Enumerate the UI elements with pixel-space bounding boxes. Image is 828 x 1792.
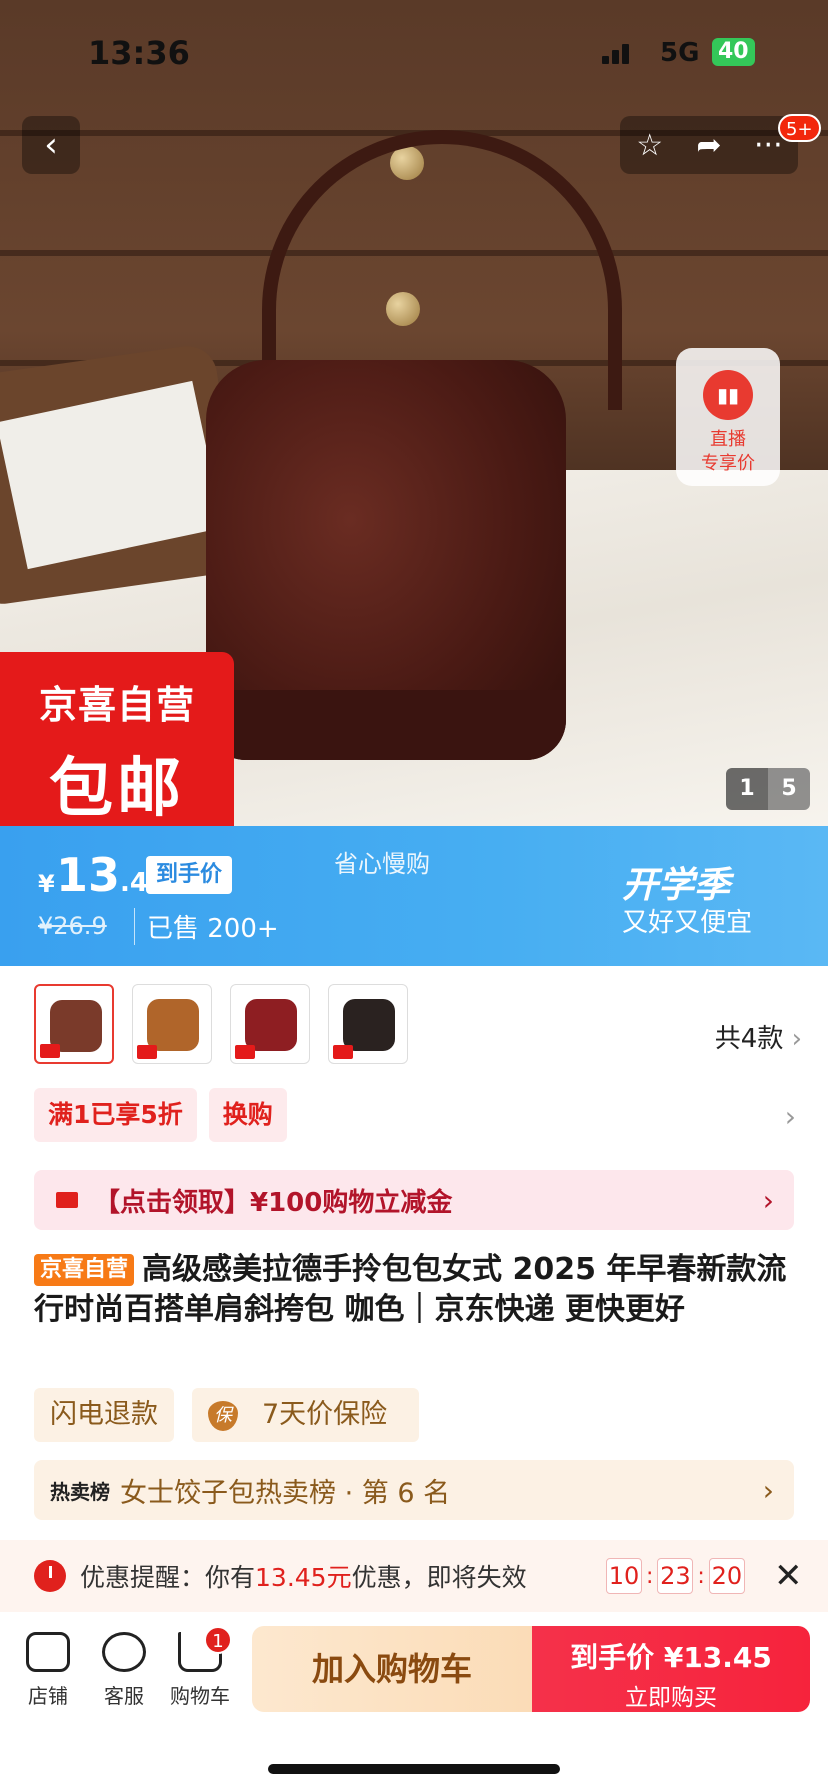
service-tab[interactable]: 客服 [86, 1632, 162, 1709]
timer-seconds: 20 [708, 1558, 745, 1594]
product-image-carousel[interactable]: 13:36 5G 40 ‹ ☆ ➦ ··· 5+ ▮▮ 直播 专享价 京喜自营 … [0, 0, 828, 826]
rank-label: 热卖榜 [50, 1479, 110, 1504]
discount-chip[interactable]: 满1已享5折 [34, 1088, 197, 1142]
handbag-base [206, 690, 566, 760]
variant-count-link[interactable]: 共4款 › [715, 1018, 802, 1055]
buy-price-label: 到手价 ¥13.45 [570, 1641, 772, 1674]
chevron-right-icon: › [791, 1024, 802, 1054]
exchange-chip[interactable]: 换购 [208, 1088, 287, 1142]
fast-refund-tag[interactable]: 闪电退款 [34, 1388, 174, 1442]
add-to-cart-button[interactable]: 加入购物车 [252, 1626, 532, 1712]
final-price-tag: 到手价 [146, 856, 233, 894]
store-label: 店铺 [28, 1684, 68, 1708]
currency-symbol: ¥ [38, 870, 55, 898]
close-icon[interactable]: ✕ [774, 1556, 803, 1596]
rank-text: 女士饺子包热卖榜 · 第 6 名 [120, 1477, 451, 1509]
bottom-action-bar: 店铺 客服 购物车 1 加入购物车 到手价 ¥13.45 立即购买 [0, 1612, 828, 1792]
variant-thumb[interactable] [230, 984, 310, 1064]
product-title-text: 高级感美拉德手拎包包女式 2025 年早春新款流行时尚百搭单肩斜挎包 咖色｜京东… [34, 1252, 787, 1327]
shield-icon: 保 [208, 1401, 238, 1431]
banner-line2: 包邮 [49, 752, 185, 826]
image-pager: 1 5 [726, 768, 810, 810]
store-icon [26, 1632, 70, 1672]
price-protect-tag[interactable]: 保 7天价保险 [192, 1388, 420, 1442]
pager-current: 1 [726, 768, 768, 810]
chevron-right-icon: › [762, 1473, 774, 1507]
chevron-right-icon[interactable]: › [785, 1100, 796, 1133]
sold-count: 已售 200+ [134, 908, 279, 945]
variant-thumb[interactable] [328, 984, 408, 1064]
live-price-button[interactable]: ▮▮ 直播 专享价 [676, 348, 780, 486]
coupon-text: 【点击领取】¥100购物立减金 [94, 1187, 453, 1218]
card-icon [56, 1192, 78, 1208]
live-label: 直播 [710, 429, 746, 450]
battery-icon: 40 [712, 38, 755, 66]
live-icon: ▮▮ [703, 370, 753, 420]
pager-total: 5 [768, 768, 810, 810]
share-icon[interactable]: ➦ [684, 128, 734, 163]
star-icon[interactable]: ☆ [625, 128, 675, 163]
buy-now-label: 立即购买 [625, 1685, 717, 1711]
reminder-text: 优惠提醒：你有13.45元优惠，即将失效 [80, 1563, 527, 1592]
service-tags: 闪电退款 保 7天价保险 [34, 1388, 420, 1442]
variant-thumb[interactable] [34, 984, 114, 1064]
variant-selector [34, 984, 408, 1064]
original-price: ¥26.9 [38, 912, 107, 940]
countdown-timer: 10 : 23 : 20 [606, 1558, 745, 1594]
product-title: 京喜自营 高级感美拉德手拎包包女式 2025 年早春新款流行时尚百搭单肩斜挎包 咖… [34, 1250, 794, 1330]
timer-hours: 10 [606, 1558, 642, 1594]
timer-minutes: 23 [657, 1558, 694, 1594]
back-button[interactable]: ‹ [22, 116, 80, 174]
jingxi-banner: 京喜自营 包邮 [0, 652, 234, 826]
message-badge: 5+ [778, 114, 821, 142]
price-slogan: 省心慢购 [334, 850, 430, 878]
network-label: 5G [660, 38, 700, 68]
coupon-banner[interactable]: 【点击领取】¥100购物立减金 › [34, 1170, 794, 1230]
status-time: 13:36 [88, 34, 190, 72]
buy-now-button[interactable]: 到手价 ¥13.45 立即购买 [532, 1626, 810, 1712]
product-page: 13:36 5G 40 ‹ ☆ ➦ ··· 5+ ▮▮ 直播 专享价 京喜自营 … [0, 0, 828, 1792]
promo-chips: 满1已享5折 换购 [34, 1088, 287, 1142]
store-tab[interactable]: 店铺 [10, 1632, 86, 1709]
variant-thumb[interactable] [132, 984, 212, 1064]
bestseller-rank[interactable]: 热卖榜 女士饺子包热卖榜 · 第 6 名 › [34, 1460, 794, 1520]
season-title: 开学季 [622, 865, 731, 906]
self-operated-badge: 京喜自营 [34, 1254, 135, 1286]
customer-service-icon [102, 1632, 146, 1672]
banner-line1: 京喜自营 [38, 683, 195, 727]
signal-icon [602, 42, 636, 64]
cart-badge: 1 [204, 1626, 232, 1654]
service-label: 客服 [104, 1684, 144, 1708]
status-bar: 13:36 5G 40 [0, 30, 828, 80]
header-actions: ☆ ➦ ··· [620, 116, 798, 174]
cart-label: 购物车 [170, 1684, 230, 1708]
home-indicator [268, 1764, 560, 1774]
live-sublabel: 专享价 [701, 453, 755, 474]
clock-icon [34, 1560, 66, 1592]
price-band: ¥ 13.45 到手价 省心慢购 ¥26.9 已售 200+ 开学季 又好又便宜 [0, 826, 828, 966]
chevron-left-icon: ‹ [44, 125, 58, 165]
season-subtitle: 又好又便宜 [622, 908, 753, 938]
chevron-right-icon: › [762, 1183, 774, 1217]
